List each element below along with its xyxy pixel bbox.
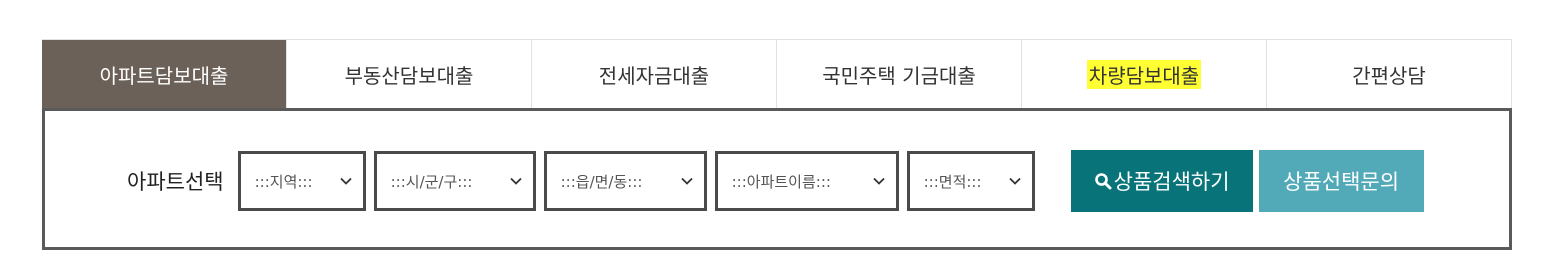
area-select-value: :::면적::: [923,172,982,191]
region-select[interactable]: :::지역::: [237,151,366,211]
tab-apartment-loan[interactable]: 아파트담보대출 [42,40,286,108]
tab-label: 간편상담 [1352,63,1426,88]
town-select[interactable]: :::읍/면/동::: [543,151,707,211]
tab-real-estate-loan[interactable]: 부동산담보대출 [286,40,531,108]
tab-jeonse-loan[interactable]: 전세자금대출 [531,40,776,108]
chevron-down-icon [509,177,522,185]
city-select-value: :::시/군/구::: [390,172,473,191]
tab-label: 전세자금대출 [598,63,710,88]
loan-search-widget: 아파트담보대출 부동산담보대출 전세자금대출 국민주택 기금대출 차량담보대출 … [42,39,1512,250]
product-inquiry-button-label: 상품선택문의 [1283,170,1400,194]
product-search-button[interactable]: 상품검색하기 [1070,150,1253,212]
product-search-button-label: 상품검색하기 [1113,170,1230,194]
tab-label: 차량담보대출 [1086,59,1202,89]
town-select-value: :::읍/면/동::: [560,172,643,191]
search-icon [1094,173,1112,190]
tab-label: 아파트담보대출 [99,63,229,88]
city-select[interactable]: :::시/군/구::: [373,151,536,211]
tab-label: 국민주택 기금대출 [822,63,976,88]
search-panel: 아파트선택 :::지역::: :::시/군/구::: :::읍/면/동::: :… [42,108,1512,250]
tab-quick-consult[interactable]: 간편상담 [1266,40,1511,108]
chevron-down-icon [1008,177,1021,185]
region-select-value: :::지역::: [254,172,313,191]
apartment-name-select[interactable]: :::아파트이름::: [714,151,899,211]
apartment-select-label: 아파트선택 [127,170,224,194]
loan-type-tabs: 아파트담보대출 부동산담보대출 전세자금대출 국민주택 기금대출 차량담보대출 … [42,39,1512,108]
chevron-down-icon [339,177,352,185]
tab-label: 부동산담보대출 [344,63,474,88]
search-row: 아파트선택 :::지역::: :::시/군/구::: :::읍/면/동::: :… [127,150,1424,212]
tab-vehicle-loan[interactable]: 차량담보대출 [1021,40,1266,108]
product-inquiry-button[interactable]: 상품선택문의 [1258,150,1424,212]
apartment-name-select-value: :::아파트이름::: [731,172,831,191]
chevron-down-icon [680,177,693,185]
tab-housing-fund-loan[interactable]: 국민주택 기금대출 [776,40,1021,108]
area-select[interactable]: :::면적::: [906,151,1035,211]
chevron-down-icon [872,177,885,185]
